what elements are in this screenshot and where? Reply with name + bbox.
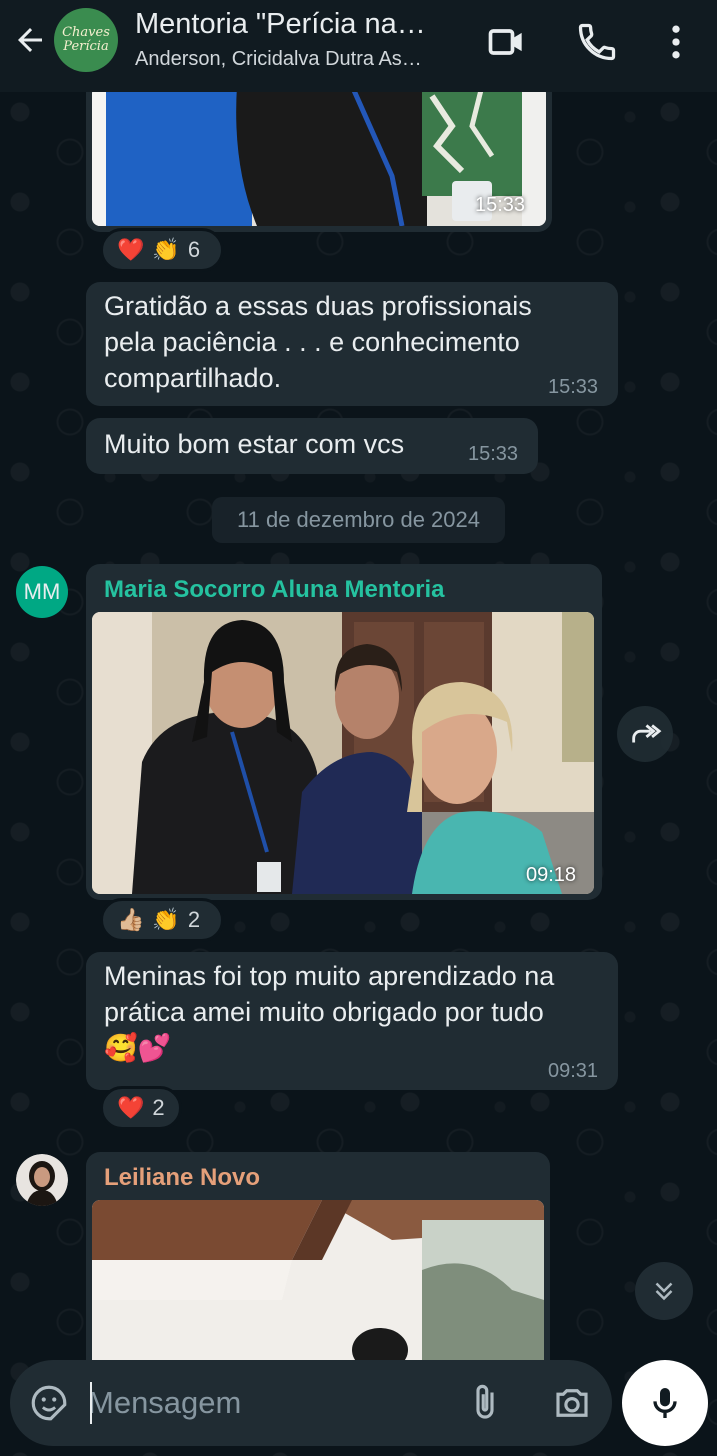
group-avatar-text-1: Chaves xyxy=(62,25,110,40)
message-text: Muito bom estar com vcs xyxy=(104,429,405,459)
message-input[interactable] xyxy=(88,1378,448,1428)
message-composer xyxy=(10,1360,612,1446)
avatar-initials: MM xyxy=(23,579,61,604)
text-message-bubble[interactable]: Muito bom estar com vcs 15:33 xyxy=(86,418,538,474)
message-timestamp: 15:33 xyxy=(468,443,519,465)
image-message-bubble: Leiliane Novo xyxy=(86,1152,550,1362)
voice-call-icon[interactable] xyxy=(575,20,619,64)
forward-button[interactable] xyxy=(617,706,673,762)
reaction-count: 6 xyxy=(187,237,201,262)
group-avatar[interactable]: Chaves Perícia xyxy=(54,8,118,72)
sender-name[interactable]: Leiliane Novo xyxy=(104,1164,260,1192)
sender-name[interactable]: Maria Socorro Aluna Mentoria xyxy=(104,576,445,604)
clap-reaction-icon: 👏 xyxy=(152,237,180,262)
microphone-icon xyxy=(653,1388,677,1418)
reaction-pill[interactable]: 👍🏼 👏 2 xyxy=(100,898,224,942)
reaction-count: 2 xyxy=(187,907,201,932)
back-arrow-icon[interactable] xyxy=(12,22,48,58)
reaction-pill[interactable]: ❤️ 👏 6 xyxy=(100,228,224,272)
reaction-pill[interactable]: ❤️ 2 xyxy=(100,1086,182,1130)
voice-record-button[interactable] xyxy=(622,1360,708,1446)
reaction-count: 2 xyxy=(152,1095,165,1120)
message-timestamp: 09:31 xyxy=(548,1060,599,1082)
text-caret xyxy=(90,1382,92,1424)
message-text: Meninas foi top muito aprendizado na prá… xyxy=(104,961,555,1063)
chat-title[interactable]: Mentoria "Perícia na… xyxy=(135,8,455,41)
forward-icon xyxy=(632,724,662,743)
chat-header: Chaves Perícia Mentoria "Perícia na… And… xyxy=(0,0,717,92)
photo-timestamp: 09:18 xyxy=(526,864,577,886)
date-divider: 11 de dezembro de 2024 xyxy=(212,497,505,543)
chat-participants[interactable]: Anderson, Cricidalva Dutra As… xyxy=(135,48,460,71)
video-call-icon[interactable] xyxy=(485,20,529,64)
sender-avatar[interactable]: MM xyxy=(16,566,68,618)
thumbs-up-reaction-icon: 👍🏼 xyxy=(117,907,145,932)
message-text: Gratidão a essas duas profissionais pela… xyxy=(104,291,532,393)
image-message-bubble: Maria Socorro Aluna Mentoria 09:18 xyxy=(86,564,602,900)
more-options-icon[interactable] xyxy=(654,20,698,64)
scroll-to-bottom-button[interactable] xyxy=(635,1262,693,1320)
message-timestamp: 15:33 xyxy=(548,376,599,398)
sender-avatar[interactable] xyxy=(16,1154,68,1206)
clap-reaction-icon: 👏 xyxy=(152,907,180,932)
heart-reaction-icon: ❤️ xyxy=(117,1095,145,1120)
text-message-bubble[interactable]: Meninas foi top muito aprendizado na prá… xyxy=(86,952,618,1090)
shared-photo[interactable] xyxy=(92,1200,544,1362)
heart-reaction-icon: ❤️ xyxy=(117,237,145,262)
shared-photo[interactable] xyxy=(92,612,594,894)
sticker-icon[interactable] xyxy=(28,1382,70,1424)
photo-timestamp: 15:33 xyxy=(475,194,526,216)
image-message-bubble: 15:33 xyxy=(86,80,552,232)
group-avatar-text-2: Perícia xyxy=(63,39,109,54)
attach-icon[interactable] xyxy=(464,1382,506,1424)
double-chevron-down-icon xyxy=(655,1282,673,1301)
camera-icon[interactable] xyxy=(550,1382,594,1424)
text-message-bubble[interactable]: Gratidão a essas duas profissionais pela… xyxy=(86,282,618,406)
